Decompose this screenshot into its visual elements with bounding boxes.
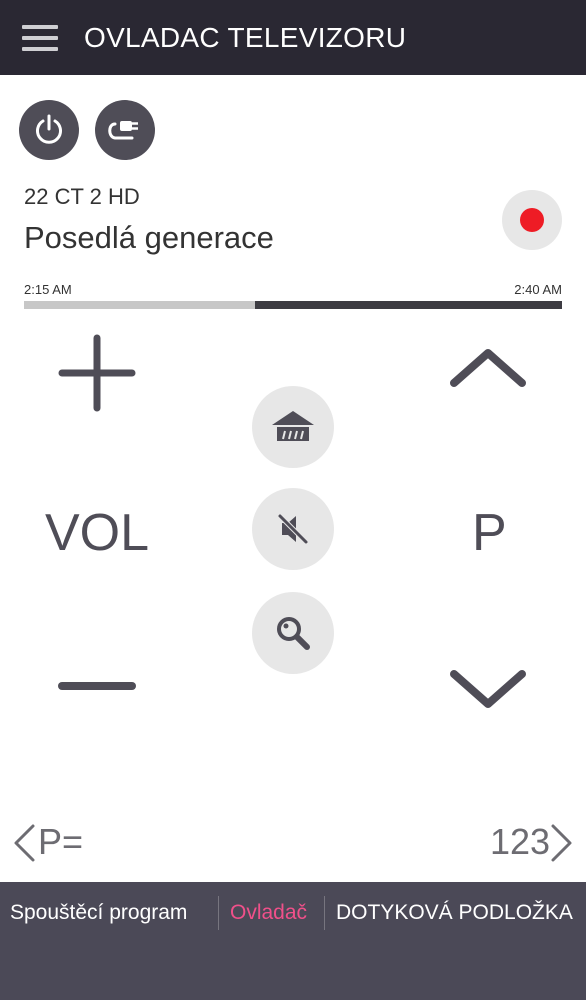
chevron-right-icon[interactable] (548, 822, 576, 864)
tab-launcher[interactable]: Spouštěcí program (10, 900, 187, 926)
end-time: 2:40 AM (514, 282, 562, 297)
search-icon (277, 617, 310, 650)
home-button[interactable] (252, 386, 334, 468)
chevron-left-icon[interactable] (10, 822, 38, 864)
program-progress-bar (24, 301, 562, 309)
input-source-icon (108, 121, 138, 140)
input-source-button[interactable] (95, 100, 155, 160)
chevron-down-icon[interactable] (448, 666, 528, 712)
tab-remote[interactable]: Ovladač (230, 900, 307, 926)
hamburger-menu-icon[interactable] (22, 24, 58, 52)
minus-icon[interactable] (58, 676, 136, 696)
page-title: OVLADAC TELEVIZORU (84, 22, 407, 53)
chevron-up-icon[interactable] (448, 344, 528, 390)
number-pad-button[interactable]: 123 (490, 822, 550, 862)
channel-label: P (472, 504, 507, 562)
start-time: 2:15 AM (24, 282, 72, 297)
tab-divider (324, 896, 325, 930)
home-icon (272, 411, 314, 441)
tab-divider (218, 896, 219, 930)
program-progress-fill (24, 301, 256, 309)
record-icon (520, 208, 544, 232)
search-button[interactable] (252, 592, 334, 674)
power-icon (36, 114, 62, 144)
app-bar: OVLADAC TELEVIZORU (0, 0, 586, 75)
tab-touchpad[interactable]: DOTYKOVÁ PODLOŽKA (336, 900, 573, 926)
mute-button[interactable] (252, 488, 334, 570)
mute-icon (277, 513, 309, 545)
power-button[interactable] (19, 100, 79, 160)
program-title: Posedlá generace (24, 220, 274, 255)
channel-list-button[interactable]: P= (38, 822, 83, 862)
plus-icon[interactable] (58, 334, 136, 412)
bottom-tab-bar: Spouštěcí program Ovladač DOTYKOVÁ PODLO… (0, 882, 586, 1000)
record-button[interactable] (502, 190, 562, 250)
volume-label: VOL (45, 504, 150, 562)
channel-number: 22 CT 2 HD (24, 184, 140, 209)
